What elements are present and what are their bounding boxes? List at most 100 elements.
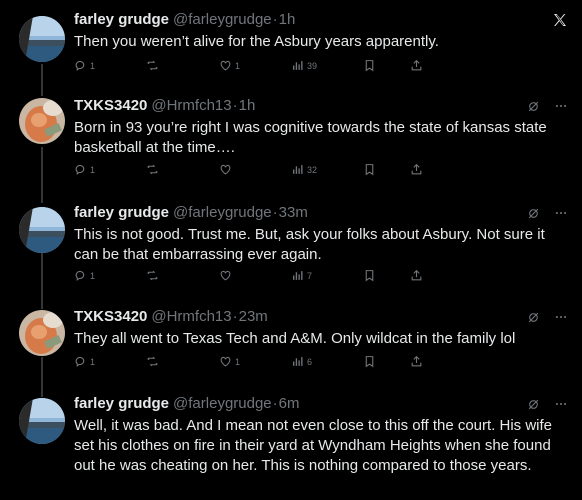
more-options-icon[interactable] [554,397,568,411]
author-handle[interactable]: @Hrmfch13 [151,307,231,327]
tweet-text: Then you weren’t alive for the Asbury ye… [74,33,439,50]
author-name[interactable]: farley grudge [74,203,169,223]
retweet-icon [147,356,158,367]
avatar-lake-image [19,398,65,444]
author-name[interactable]: farley grudge [74,394,169,414]
views-icon [293,61,303,70]
like-button[interactable] [219,163,235,176]
share-icon [411,355,422,367]
grok-icon[interactable] [527,398,540,411]
x-logo-icon[interactable] [552,12,568,28]
share-button[interactable] [410,163,423,176]
reply-icon [75,270,85,281]
views-icon [293,165,303,174]
retweet-button[interactable] [146,269,162,282]
grok-icon[interactable] [527,207,540,220]
like-count: 1 [235,60,241,71]
views-button[interactable]: 32 [291,163,317,176]
bookmark-icon [365,60,374,72]
like-button[interactable] [219,269,235,282]
timestamp[interactable]: 1h [239,96,256,116]
timestamp[interactable]: 6m [279,394,300,414]
share-button[interactable] [410,59,423,72]
avatar[interactable] [19,207,65,253]
author-handle[interactable]: @Hrmfch13 [151,96,231,116]
tweet[interactable]: farley grudge @farleygrudge · 6m Well, i… [0,390,582,500]
author-name[interactable]: farley grudge [74,10,169,30]
heart-icon [220,356,231,367]
reply-icon [75,356,85,367]
avatar-lake-image [19,207,65,253]
tweet-text: They all went to Texas Tech and A&M. Onl… [74,330,516,347]
timestamp[interactable]: 1h [279,10,296,30]
bookmark-button[interactable] [363,163,376,176]
reply-count: 1 [90,164,96,175]
retweet-button[interactable] [146,163,162,176]
share-button[interactable] [410,269,423,282]
like-button[interactable]: 1 [219,355,240,368]
view-count: 39 [307,60,318,71]
share-icon [411,269,422,281]
share-button[interactable] [410,355,423,368]
reply-button[interactable]: 1 [74,59,95,72]
avatar[interactable] [19,16,65,62]
retweet-icon [147,60,158,71]
timestamp[interactable]: 33m [279,203,308,223]
tweet[interactable]: farley grudge @farleygrudge · 1h Then yo… [0,0,582,90]
timestamp[interactable]: 23m [239,307,268,327]
author-handle[interactable]: @farleygrudge [173,203,272,223]
retweet-icon [147,270,158,281]
more-options-icon[interactable] [554,206,568,220]
bookmark-button[interactable] [363,269,376,282]
author-handle[interactable]: @farleygrudge [173,10,272,30]
reply-button[interactable]: 1 [74,355,95,368]
bookmark-button[interactable] [363,59,376,72]
grok-icon[interactable] [527,311,540,324]
reply-count: 1 [90,270,96,281]
bookmark-icon [365,270,374,282]
views-icon [293,271,303,280]
heart-icon [220,270,231,281]
tweet[interactable]: TXKS3420 @Hrmfch13 · 1h Born in 93 you’r… [0,90,582,195]
share-icon [411,163,422,175]
grok-icon[interactable] [527,100,540,113]
view-count: 7 [307,270,313,281]
bookmark-button[interactable] [363,355,376,368]
like-count: 1 [235,356,241,367]
avatar[interactable] [19,310,65,356]
avatar[interactable] [19,398,65,444]
reply-button[interactable]: 1 [74,163,95,176]
view-count: 32 [307,164,318,175]
avatar-lake-image [19,16,65,62]
tweet-text: Well, it was bad. And I mean not even cl… [74,417,553,474]
author-name[interactable]: TXKS3420 [74,307,147,327]
avatar-photo-image [19,98,65,144]
reply-button[interactable]: 1 [74,269,95,282]
views-button[interactable]: 7 [291,269,312,282]
views-button[interactable]: 39 [291,59,317,72]
reply-icon [75,164,85,175]
retweet-icon [147,164,158,175]
views-icon [293,357,303,366]
like-button[interactable]: 1 [219,59,240,72]
bookmark-icon [365,356,374,368]
avatar-photo-image [19,310,65,356]
author-handle[interactable]: @farleygrudge [173,394,272,414]
retweet-button[interactable] [146,59,162,72]
reply-count: 1 [90,356,96,367]
tweet[interactable]: TXKS3420 @Hrmfch13 · 23m They all went t… [0,300,582,390]
bookmark-icon [365,164,374,176]
author-name[interactable]: TXKS3420 [74,96,147,116]
retweet-button[interactable] [146,355,162,368]
tweet[interactable]: farley grudge @farleygrudge · 33m This i… [0,195,582,300]
heart-icon [220,164,231,175]
reply-icon [75,60,85,71]
views-button[interactable]: 6 [291,355,312,368]
heart-icon [220,60,231,71]
avatar[interactable] [19,98,65,144]
share-icon [411,59,422,71]
more-options-icon[interactable] [554,99,568,113]
view-count: 6 [307,356,313,367]
tweet-text: This is not good. Trust me. But, ask you… [74,226,545,263]
more-options-icon[interactable] [554,310,568,324]
